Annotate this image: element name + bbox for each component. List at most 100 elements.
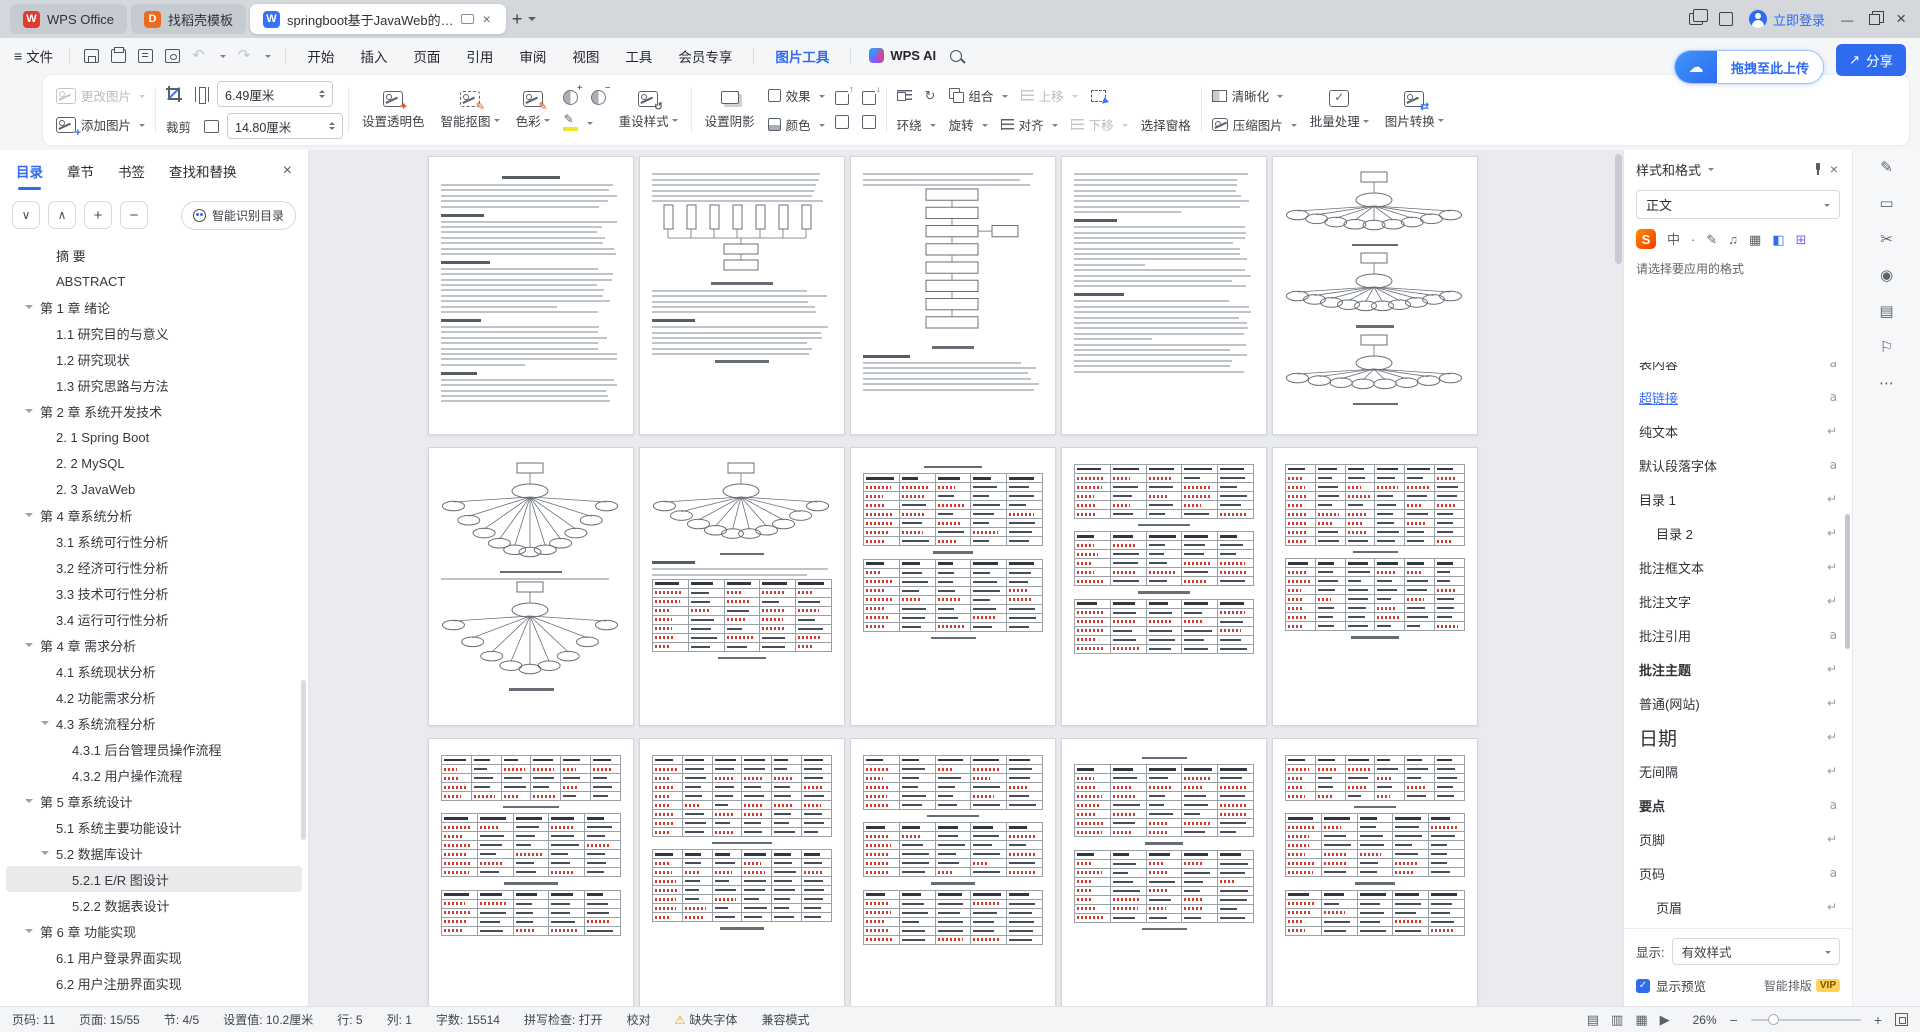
- frame-alt-button[interactable]: [857, 113, 881, 131]
- toc-item[interactable]: 第 5 章系统设计: [6, 788, 302, 814]
- menu-tab[interactable]: 工具: [612, 46, 665, 66]
- mic-icon[interactable]: ♫: [1728, 233, 1738, 246]
- color-button[interactable]: 色彩: [508, 79, 558, 141]
- style-item[interactable]: 目录 1↵: [1624, 482, 1852, 516]
- compress-button[interactable]: 压缩图片: [1207, 113, 1302, 136]
- display-filter-dropdown[interactable]: 有效样式: [1672, 938, 1840, 965]
- print-icon[interactable]: [111, 49, 126, 63]
- sidebar-scrollbar[interactable]: [301, 680, 306, 840]
- pen-icon[interactable]: ✎: [1706, 233, 1717, 246]
- style-item[interactable]: 表内容a: [1624, 362, 1852, 380]
- row-height-button[interactable]: [199, 118, 224, 135]
- menu-tab[interactable]: 审阅: [506, 46, 559, 66]
- toc-item[interactable]: 摘 要: [6, 242, 302, 268]
- toc-item[interactable]: 第 4 章 需求分析: [6, 632, 302, 658]
- collapse-arrow-icon[interactable]: [25, 513, 33, 521]
- move-down-button[interactable]: 下移: [1066, 113, 1133, 136]
- show-preview-checkbox[interactable]: [1636, 979, 1650, 993]
- zoom-slider-thumb[interactable]: [1768, 1014, 1779, 1025]
- restore-button[interactable]: [1869, 14, 1880, 25]
- toc-item[interactable]: 1.1 研究目的与意义: [6, 320, 302, 346]
- fit-page-icon[interactable]: [1895, 1013, 1908, 1026]
- menu-tab[interactable]: 插入: [347, 46, 400, 66]
- style-item[interactable]: 纯文本↵: [1624, 414, 1852, 448]
- new-tab-button[interactable]: [506, 9, 529, 30]
- border-top-button[interactable]: [830, 89, 854, 107]
- style-item[interactable]: 正文↵: [1624, 924, 1852, 926]
- zoom-in-toc-button[interactable]: [84, 201, 112, 229]
- shapes-icon[interactable]: ▤: [1879, 304, 1893, 319]
- menu-tab[interactable]: 页面: [400, 46, 453, 66]
- style-item[interactable]: 批注主题↵: [1624, 652, 1852, 686]
- smart-recognize-toc-button[interactable]: 智能识别目录: [181, 201, 296, 230]
- highlight-pen-button[interactable]: [558, 113, 598, 133]
- pin-icon[interactable]: [1812, 163, 1824, 175]
- toc-item[interactable]: 4.2 功能需求分析: [6, 684, 302, 710]
- page-thumbnail[interactable]: [850, 738, 1056, 1006]
- web-layout-icon[interactable]: ▥: [1611, 1013, 1623, 1026]
- edit-pen-icon[interactable]: ✎: [1880, 160, 1893, 175]
- highlight-icon[interactable]: ◉: [1880, 268, 1893, 283]
- page-thumbnail[interactable]: [428, 447, 634, 726]
- toc-item[interactable]: 第 4 章系统分析: [6, 502, 302, 528]
- style-item[interactable]: 普通(网站)↵: [1624, 686, 1852, 720]
- text-select-icon[interactable]: ▭: [1879, 196, 1893, 211]
- window-switch-icon[interactable]: [1689, 13, 1703, 25]
- search-icon[interactable]: [950, 50, 962, 62]
- toc-item[interactable]: 4.1 系统现状分析: [6, 658, 302, 684]
- menu-tab[interactable]: 引用: [453, 46, 506, 66]
- zoom-in-button[interactable]: +: [1874, 1013, 1882, 1027]
- wps-ai-button[interactable]: WPS AI: [869, 48, 936, 63]
- collapse-arrow-icon[interactable]: [25, 929, 33, 937]
- expand-all-button[interactable]: [12, 201, 40, 229]
- share-button[interactable]: 分享: [1836, 44, 1906, 76]
- group-button[interactable]: 组合: [944, 84, 1013, 107]
- toc-item[interactable]: ABSTRACT: [6, 268, 302, 294]
- page-thumbnail[interactable]: [639, 156, 845, 435]
- tab-list-caret-icon[interactable]: [528, 17, 536, 25]
- outline-view-icon[interactable]: ▦: [1635, 1013, 1647, 1026]
- smart-typeset-button[interactable]: 智能排版 VIP: [1764, 977, 1840, 994]
- more-icon[interactable]: ⋯: [1879, 376, 1894, 391]
- toc-item[interactable]: 第 6 章 功能实现: [6, 918, 302, 944]
- align-button[interactable]: 对齐: [996, 113, 1063, 136]
- toc-item[interactable]: 1.2 研究现状: [6, 346, 302, 372]
- toc-item[interactable]: 6.2 用户注册界面实现: [6, 970, 302, 996]
- toc-item[interactable]: 5.2 数据库设计: [6, 840, 302, 866]
- page-thumbnail[interactable]: [850, 156, 1056, 435]
- style-item[interactable]: 无间隔↵: [1624, 754, 1852, 788]
- print-preview-icon[interactable]: [165, 49, 180, 63]
- collapse-arrow-icon[interactable]: [25, 409, 33, 417]
- batch-process-button[interactable]: 批量处理: [1302, 79, 1377, 141]
- page-thumbnail[interactable]: [428, 156, 634, 435]
- status-item[interactable]: 列: 1: [387, 1011, 412, 1028]
- print-layout-icon[interactable]: ▤: [1587, 1013, 1599, 1026]
- style-item[interactable]: 目录 2↵: [1624, 516, 1852, 550]
- status-item[interactable]: 设置值: 10.2厘米: [223, 1011, 313, 1028]
- chinese-mode-icon[interactable]: 中: [1667, 233, 1680, 246]
- style-item[interactable]: 页眉↵: [1624, 890, 1852, 924]
- rotate-icon-button[interactable]: [920, 87, 941, 104]
- status-item[interactable]: 节: 4/5: [164, 1011, 199, 1028]
- toc-item[interactable]: 3.3 技术可行性分析: [6, 580, 302, 606]
- close-window-button[interactable]: [1896, 9, 1906, 29]
- status-item[interactable]: 页面: 15/55: [79, 1011, 140, 1028]
- style-item[interactable]: 批注框文本↵: [1624, 550, 1852, 584]
- picture-width-stepper[interactable]: 6.49厘米: [217, 81, 333, 107]
- toc-item[interactable]: 2. 2 MySQL: [6, 450, 302, 476]
- page-thumbnail[interactable]: [428, 738, 634, 1006]
- flag-icon[interactable]: ⚐: [1880, 340, 1893, 355]
- add-picture-button[interactable]: 添加图片: [51, 113, 150, 136]
- close-sidebar-icon[interactable]: [283, 162, 292, 180]
- toc-item[interactable]: 4.3.1 后台管理员操作流程: [6, 736, 302, 762]
- toc-item[interactable]: 5.2.1 E/R 图设计: [6, 866, 302, 892]
- page-thumbnail[interactable]: [639, 738, 845, 1006]
- toc-item[interactable]: 6.1 用户登录界面实现: [6, 944, 302, 970]
- zoom-out-button[interactable]: −: [1730, 1013, 1738, 1027]
- status-item[interactable]: 页码: 11: [12, 1011, 55, 1028]
- toolbox-icon[interactable]: ⊞: [1796, 233, 1807, 246]
- toc-item[interactable]: 5.2.2 数据表设计: [6, 892, 302, 918]
- spin-up-icon[interactable]: [329, 119, 335, 125]
- toc-item[interactable]: 1.3 研究思路与方法: [6, 372, 302, 398]
- column-width-button[interactable]: [190, 85, 214, 104]
